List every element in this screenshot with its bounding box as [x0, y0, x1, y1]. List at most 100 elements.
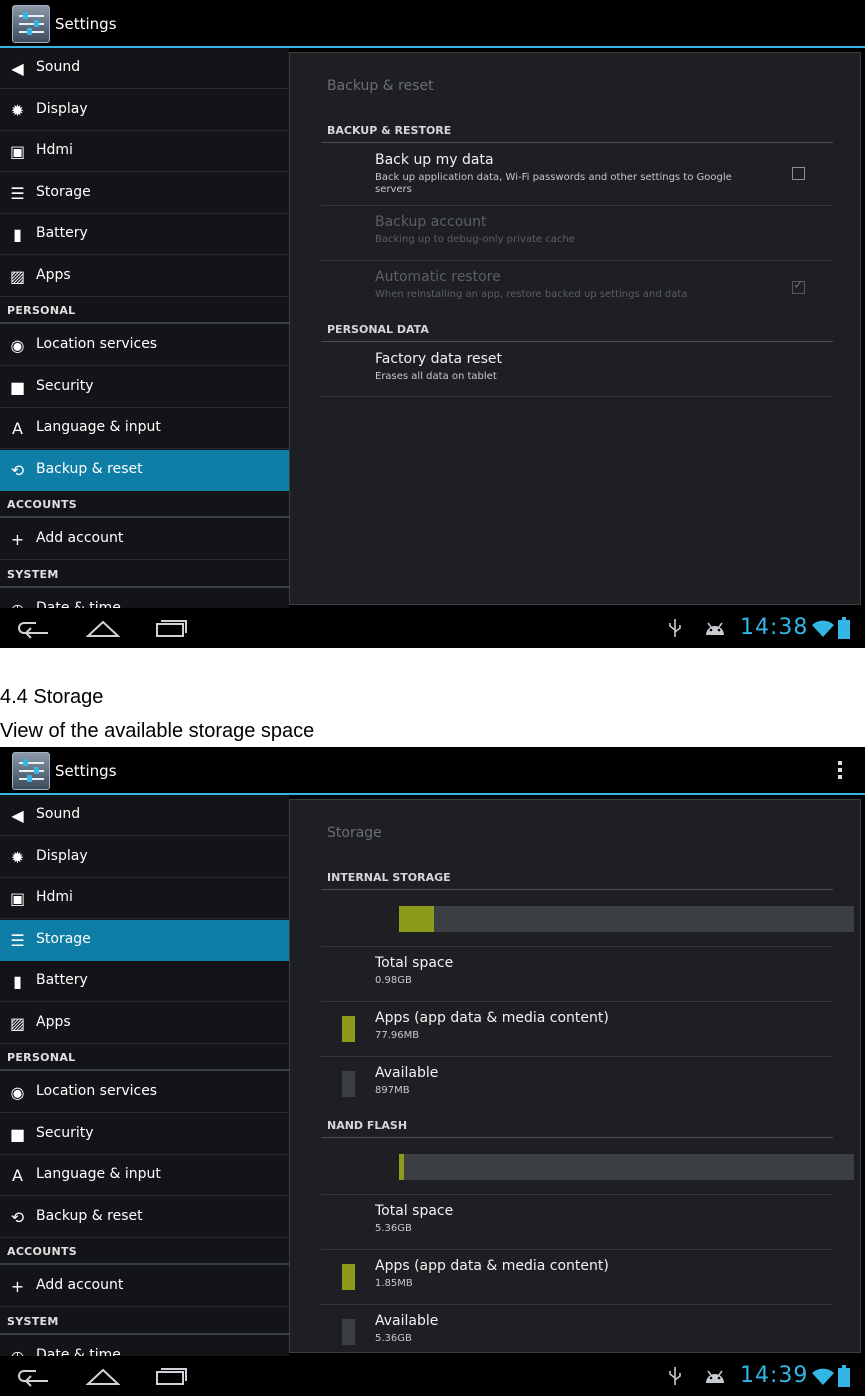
sidebar-item-add-account[interactable]: + Add account	[0, 1266, 289, 1307]
pref-factory-data-reset[interactable]: Factory data reset Erases all data on ta…	[321, 343, 833, 397]
sidebar-item-sound[interactable]: ◀ Sound	[0, 795, 289, 836]
pref-summary: 5.36GB	[375, 1333, 412, 1344]
sidebar-item-location-services[interactable]: ◉ Location services	[0, 1072, 289, 1113]
sidebar-item-display[interactable]: ✹ Display	[0, 90, 289, 131]
sidebar-item-display[interactable]: ✹ Display	[0, 837, 289, 878]
pref-summary: 77.96MB	[375, 1030, 420, 1041]
sidebar-item-label: Date & time	[36, 599, 121, 609]
status-clock: 14:38	[740, 615, 809, 640]
pref-nand-apps[interactable]: Apps (app data & media content) 1.85MB	[321, 1250, 833, 1305]
sidebar-item-label: Apps	[36, 266, 71, 283]
usage-bar-apps-fill	[399, 1154, 404, 1180]
settings-detail-pane: Backup & reset BACKUP & RESTORE Back up …	[289, 52, 861, 605]
sidebar-item-apps[interactable]: ▨ Apps	[0, 256, 289, 297]
pref-automatic-restore[interactable]: Automatic restore When reinstalling an a…	[321, 261, 833, 316]
automatic-restore-checkbox[interactable]	[792, 278, 805, 294]
location-icon: ◉	[10, 1083, 25, 1102]
clock-icon: ◷	[8, 600, 27, 609]
clock-icon: ◷	[10, 1346, 25, 1357]
pref-backup-account[interactable]: Backup account Backing up to debug-only …	[321, 206, 833, 261]
home-button[interactable]	[83, 614, 123, 642]
lock-icon: ■	[9, 377, 26, 397]
pref-title: Apps (app data & media content)	[375, 1010, 609, 1026]
pref-title: Available	[375, 1313, 439, 1329]
pref-title: Backup account	[375, 214, 487, 230]
settings-screen-backup: Settings ◀ Sound ✹ Display ▣ Hdmi ☰ Storage ▮ Bat…	[0, 0, 865, 648]
battery-icon: ▮	[13, 225, 22, 244]
pref-internal-available[interactable]: Available 897MB	[321, 1057, 833, 1110]
pref-summary: Erases all data on tablet	[375, 371, 497, 382]
sidebar-item-language-and-input[interactable]: A Language & input	[0, 408, 289, 449]
sidebar-item-backup-and-reset[interactable]: ⟲ Backup & reset	[0, 449, 289, 491]
sidebar-item-security[interactable]: ■ Security	[0, 367, 289, 408]
nand-storage-usage-bar	[321, 1139, 854, 1195]
sidebar-item-storage[interactable]: ☰ Storage	[0, 173, 289, 214]
sidebar-item-storage[interactable]: ☰ Storage	[0, 919, 289, 961]
settings-sidebar: ◀ Sound ✹ Display ▣ Hdmi ☰ Storage ▮ Battery ▨ Apps…	[0, 48, 289, 608]
sidebar-item-security[interactable]: ■ Security	[0, 1114, 289, 1155]
restore-icon: ⟲	[10, 1207, 25, 1227]
speaker-icon: ◀	[11, 59, 24, 78]
pref-title: Automatic restore	[375, 269, 501, 285]
recent-apps-button[interactable]	[151, 614, 191, 642]
pref-backup-my-data[interactable]: Back up my data Back up application data…	[321, 144, 833, 206]
home-button[interactable]	[83, 1362, 123, 1390]
pref-title: Total space	[375, 1203, 454, 1219]
category-header-personal-data: PERSONAL DATA	[321, 315, 833, 342]
sidebar-item-date-and-time[interactable]: ◷ Date & time	[0, 1336, 289, 1357]
wifi-icon	[812, 620, 834, 637]
apps-icon: ▨	[9, 1013, 26, 1033]
section-description: View of the available storage space	[0, 720, 315, 742]
sidebar-item-battery[interactable]: ▮ Battery	[0, 214, 289, 255]
sidebar-item-location-services[interactable]: ◉ Location services	[0, 325, 289, 366]
pref-summary: When reinstalling an app, restore backed…	[375, 289, 688, 300]
pref-nand-available[interactable]: Available 5.36GB	[321, 1305, 833, 1354]
internal-storage-usage-bar	[321, 891, 854, 947]
storage-icon: ☰	[10, 930, 25, 950]
sidebar-item-battery[interactable]: ▮ Battery	[0, 961, 289, 1002]
pref-nand-total-space[interactable]: Total space 5.36GB	[321, 1195, 833, 1250]
settings-app-icon[interactable]	[12, 752, 50, 790]
sidebar-item-hdmi[interactable]: ▣ Hdmi	[0, 878, 289, 919]
section-heading: 4.4 Storage	[0, 686, 104, 708]
overflow-menu-icon[interactable]	[837, 761, 843, 781]
pref-summary: Back up application data, Wi-Fi password…	[375, 172, 732, 195]
apps-icon: ▨	[9, 266, 26, 286]
backup-my-data-checkbox[interactable]	[792, 167, 805, 180]
sidebar-item-label: Display	[36, 847, 88, 864]
plus-icon: +	[10, 1277, 25, 1296]
sidebar-item-label: Backup & reset	[36, 460, 143, 477]
settings-app-icon[interactable]	[12, 5, 50, 43]
speaker-icon: ◀	[11, 806, 24, 825]
pref-internal-apps[interactable]: Apps (app data & media content) 77.96MB	[321, 1002, 833, 1057]
pref-internal-total-space[interactable]: Total space 0.98GB	[321, 947, 833, 1002]
action-bar-title: Settings	[55, 762, 117, 780]
back-button[interactable]	[16, 614, 56, 642]
pane-title: Storage	[327, 825, 382, 841]
sidebar-item-label: Backup & reset	[36, 1207, 143, 1224]
back-button[interactable]	[16, 1362, 56, 1390]
sidebar-item-date-and-time[interactable]: ◷ Date & time	[0, 589, 289, 609]
category-header-internal-storage: INTERNAL STORAGE	[321, 863, 833, 890]
lock-icon: ■	[9, 1124, 26, 1144]
apps-color-swatch	[342, 1016, 355, 1042]
pref-summary: 897MB	[375, 1085, 410, 1096]
sidebar-item-label: Display	[36, 100, 88, 117]
sidebar-item-language-and-input[interactable]: A Language & input	[0, 1155, 289, 1196]
recent-apps-button[interactable]	[151, 1362, 191, 1390]
sidebar-item-label: Storage	[36, 183, 91, 200]
settings-sidebar: ◀ Sound ✹ Display ▣ Hdmi ☰ Storage ▮ Battery ▨ Apps…	[0, 795, 289, 1356]
sidebar-item-backup-and-reset[interactable]: ⟲ Backup & reset	[0, 1197, 289, 1238]
sidebar-item-add-account[interactable]: + Add account	[0, 519, 289, 560]
android-debug-icon	[706, 622, 724, 635]
sidebar-item-hdmi[interactable]: ▣ Hdmi	[0, 131, 289, 172]
pref-summary: 0.98GB	[375, 975, 412, 986]
settings-detail-pane: Storage INTERNAL STORAGE Total space 0.9…	[289, 799, 861, 1353]
settings-screen-storage: Settings ◀ Sound ✹ Display ▣ Hdmi ☰ Storage ▮ Bat…	[0, 747, 865, 1396]
sidebar-item-apps[interactable]: ▨ Apps	[0, 1003, 289, 1044]
pref-title: Apps (app data & media content)	[375, 1258, 609, 1274]
sidebar-item-label: Battery	[36, 972, 88, 988]
usage-bar-track	[399, 1154, 854, 1180]
sidebar-item-sound[interactable]: ◀ Sound	[0, 48, 289, 89]
category-header-nand-flash: NAND FLASH	[321, 1111, 833, 1138]
